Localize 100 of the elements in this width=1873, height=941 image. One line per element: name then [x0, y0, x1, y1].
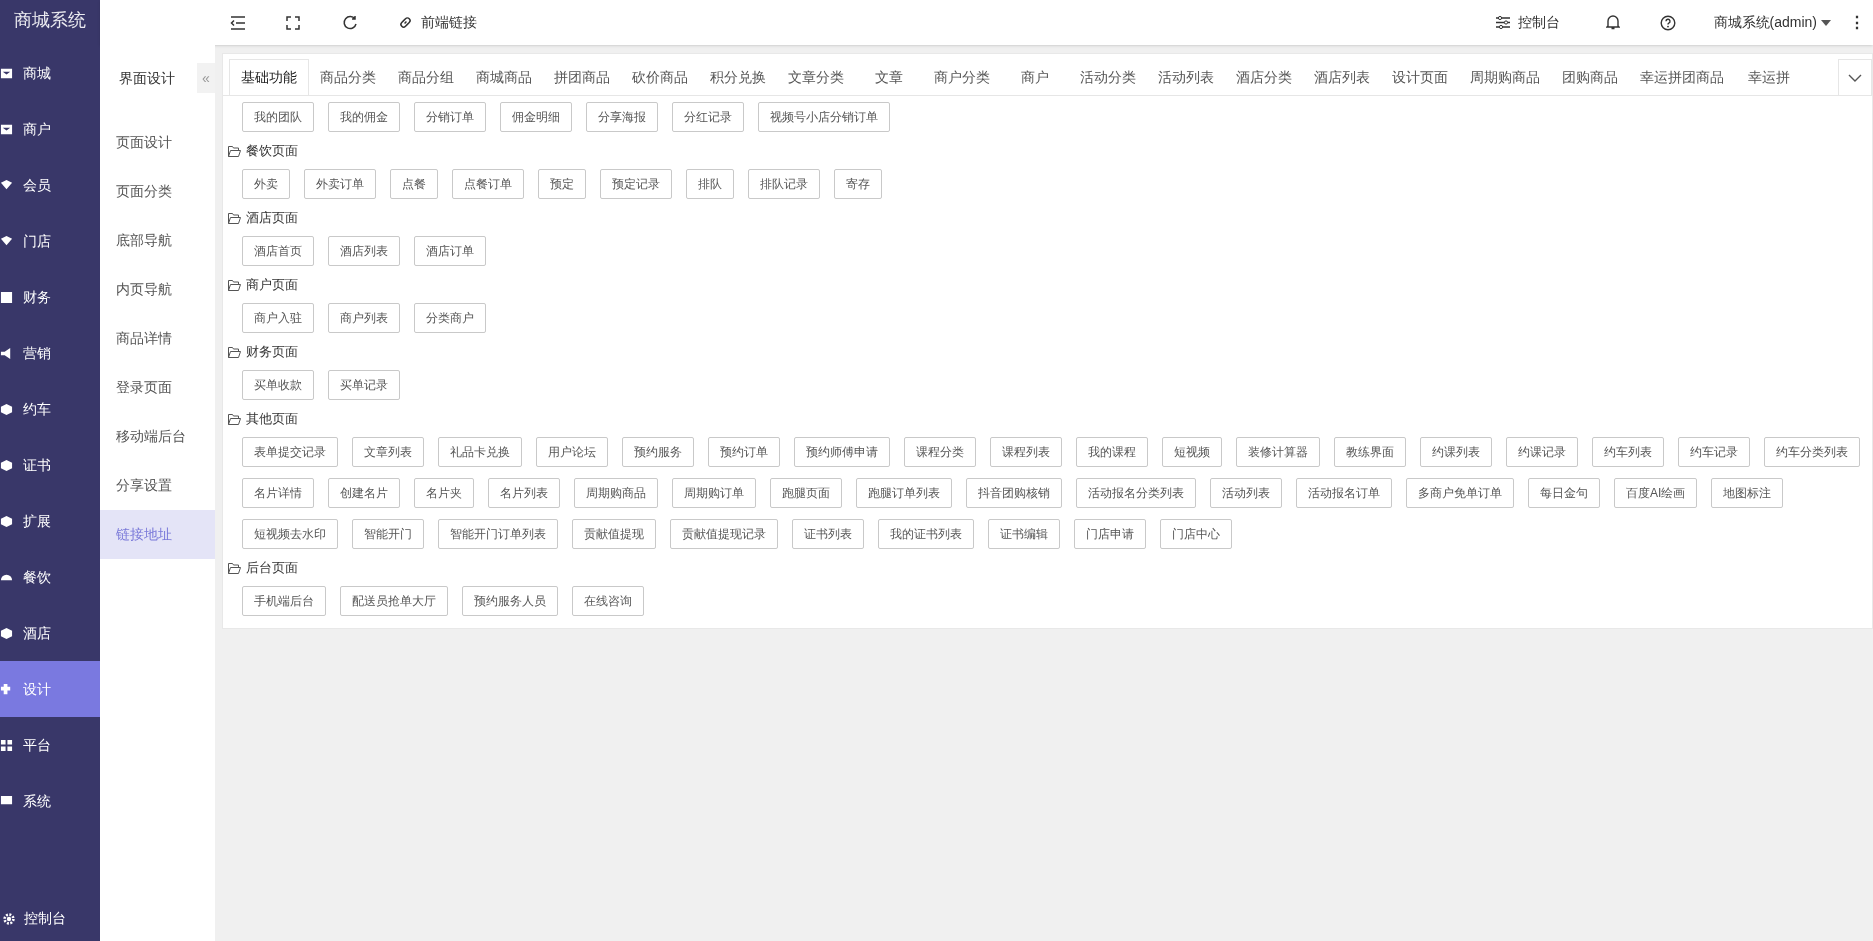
link-button[interactable]: 智能开门 — [352, 519, 424, 549]
link-button[interactable]: 多商户免单订单 — [1406, 478, 1514, 508]
sidebar-item[interactable]: 酒店 — [0, 605, 100, 661]
more-button[interactable]: ⋮ — [1849, 10, 1865, 35]
link-button[interactable]: 点餐订单 — [452, 169, 524, 199]
help-icon[interactable] — [1659, 14, 1676, 31]
link-button[interactable]: 预约订单 — [708, 437, 780, 467]
link-button[interactable]: 约课记录 — [1506, 437, 1578, 467]
console-link[interactable]: 控制台 — [24, 908, 66, 929]
sidebar-item[interactable]: 扩展 — [0, 493, 100, 549]
link-button[interactable]: 我的佣金 — [328, 102, 400, 132]
link-button[interactable]: 装修计算器 — [1236, 437, 1320, 467]
frontend-link-button[interactable]: 前端链接 — [398, 12, 477, 33]
link-button[interactable]: 预约服务 — [622, 437, 694, 467]
link-button[interactable]: 地图标注 — [1711, 478, 1784, 508]
link-button[interactable]: 外卖 — [242, 169, 290, 199]
link-button[interactable]: 预约服务人员 — [462, 586, 558, 616]
submenu-item[interactable]: 分享设置 — [100, 461, 215, 510]
tab[interactable]: 团购商品 — [1551, 59, 1629, 95]
tab[interactable]: 拼团商品 — [543, 59, 621, 95]
link-button[interactable]: 周期购订单 — [672, 478, 756, 508]
link-button[interactable]: 约车列表 — [1592, 437, 1664, 467]
link-button[interactable]: 酒店首页 — [242, 236, 314, 266]
submenu-item[interactable]: 移动端后台 — [100, 412, 215, 461]
link-button[interactable]: 课程分类 — [904, 437, 976, 467]
link-button[interactable]: 寄存 — [834, 169, 882, 199]
submenu-item[interactable]: 登录页面 — [100, 363, 215, 412]
tab[interactable]: 积分兑换 — [699, 59, 777, 95]
sidebar-item[interactable]: 门店 — [0, 213, 100, 269]
link-button[interactable]: 贡献值提现记录 — [670, 519, 778, 549]
user-menu-button[interactable]: 商城系统(admin) — [1713, 12, 1831, 33]
link-button[interactable]: 智能开门订单列表 — [438, 519, 558, 549]
sidebar-item[interactable]: 会员 — [0, 157, 100, 213]
menu-fold-icon[interactable] — [230, 15, 246, 30]
tab[interactable]: 文章 — [855, 59, 923, 95]
console-button[interactable]: 控制台 — [1495, 12, 1560, 33]
tab[interactable]: 周期购商品 — [1459, 59, 1551, 95]
tab[interactable]: 酒店列表 — [1303, 59, 1381, 95]
link-button[interactable]: 周期购商品 — [574, 478, 658, 508]
link-button[interactable]: 活动报名分类列表 — [1076, 478, 1196, 508]
sidebar-item[interactable]: 餐饮 — [0, 549, 100, 605]
link-button[interactable]: 预定记录 — [600, 169, 672, 199]
link-button[interactable]: 排队记录 — [748, 169, 820, 199]
sidebar-item[interactable]: 营销 — [0, 325, 100, 381]
tab[interactable]: 幸运拼 — [1735, 59, 1803, 95]
tab[interactable]: 商品分类 — [309, 59, 387, 95]
link-button[interactable]: 预定 — [538, 169, 586, 199]
link-button[interactable]: 名片夹 — [414, 478, 474, 508]
link-button[interactable]: 短视频去水印 — [242, 519, 338, 549]
link-button[interactable]: 抖音团购核销 — [966, 478, 1062, 508]
link-button[interactable]: 商户入驻 — [242, 303, 314, 333]
tab[interactable]: 商户 — [1001, 59, 1069, 95]
link-button[interactable]: 每日金句 — [1528, 478, 1600, 508]
link-button[interactable]: 买单收款 — [242, 370, 314, 400]
link-button[interactable]: 课程列表 — [990, 437, 1062, 467]
link-button[interactable]: 分享海报 — [586, 102, 658, 132]
link-button[interactable]: 分销订单 — [414, 102, 486, 132]
link-button[interactable]: 教练界面 — [1334, 437, 1406, 467]
link-button[interactable]: 分红记录 — [672, 102, 744, 132]
tab[interactable]: 砍价商品 — [621, 59, 699, 95]
link-button[interactable]: 百度AI绘画 — [1614, 478, 1698, 508]
sidebar-item[interactable]: 平台 — [0, 717, 100, 773]
link-button[interactable]: 创建名片 — [328, 478, 400, 508]
link-button[interactable]: 我的证书列表 — [878, 519, 974, 549]
link-button[interactable]: 活动列表 — [1210, 478, 1282, 508]
tab[interactable]: 基础功能 — [229, 59, 309, 95]
sidebar-item[interactable]: 约车 — [0, 381, 100, 437]
link-button[interactable]: 酒店订单 — [414, 236, 486, 266]
link-button[interactable]: 点餐 — [390, 169, 438, 199]
sidebar-item[interactable]: 系统 — [0, 773, 100, 829]
link-button[interactable]: 排队 — [686, 169, 734, 199]
tab[interactable]: 幸运拼团商品 — [1629, 59, 1735, 95]
submenu-item[interactable]: 页面设计 — [100, 118, 215, 167]
link-button[interactable]: 用户论坛 — [536, 437, 608, 467]
tab[interactable]: 商户分类 — [923, 59, 1001, 95]
tab[interactable]: 文章分类 — [777, 59, 855, 95]
link-button[interactable]: 预约师傅申请 — [794, 437, 890, 467]
tab[interactable]: 商品分组 — [387, 59, 465, 95]
link-button[interactable]: 证书列表 — [792, 519, 864, 549]
link-button[interactable]: 名片详情 — [242, 478, 314, 508]
link-button[interactable]: 跑腿页面 — [770, 478, 842, 508]
submenu-item[interactable]: 商品详情 — [100, 314, 215, 363]
sidebar-item[interactable]: 设计 — [0, 661, 100, 717]
sidebar-item[interactable]: 证书 — [0, 437, 100, 493]
refresh-icon[interactable] — [342, 14, 358, 31]
link-button[interactable]: 活动报名订单 — [1296, 478, 1392, 508]
sidebar-item[interactable]: 商户 — [0, 101, 100, 157]
link-button[interactable]: 商户列表 — [328, 303, 400, 333]
link-button[interactable]: 约车记录 — [1678, 437, 1750, 467]
link-button[interactable]: 约课列表 — [1420, 437, 1492, 467]
bell-icon[interactable] — [1605, 15, 1620, 30]
link-button[interactable]: 名片列表 — [488, 478, 560, 508]
link-button[interactable]: 配送员抢单大厅 — [340, 586, 448, 616]
link-button[interactable]: 分类商户 — [414, 303, 486, 333]
link-button[interactable]: 佣金明细 — [500, 102, 572, 132]
fullscreen-icon[interactable] — [286, 15, 300, 30]
link-button[interactable]: 买单记录 — [328, 370, 400, 400]
link-button[interactable]: 约车分类列表 — [1764, 437, 1860, 467]
sidebar-item[interactable]: 商城 — [0, 45, 100, 101]
link-button[interactable]: 贡献值提现 — [572, 519, 656, 549]
